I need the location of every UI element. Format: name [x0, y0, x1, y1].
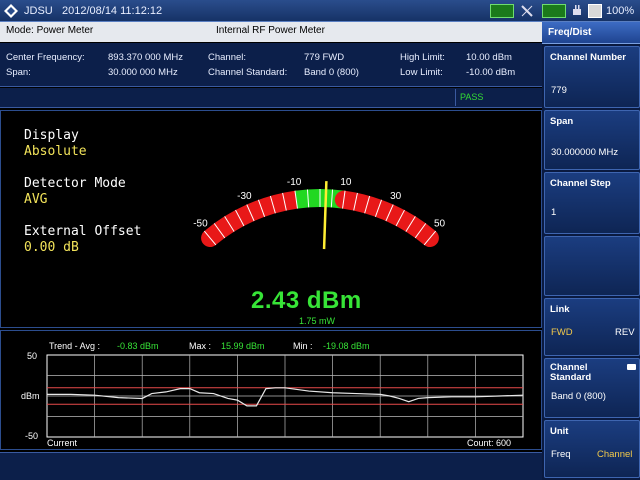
network-icon — [542, 4, 566, 18]
pass-fail-bar: PASS — [0, 88, 542, 108]
gauge-scale-label: -10 — [287, 177, 302, 188]
channel-step-key[interactable]: Channel Step 1 — [544, 172, 640, 234]
gauge-scale-label: -30 — [237, 191, 252, 202]
center-frequency-value: 893.370 000 MHz — [108, 52, 183, 63]
channel-standard-label: Channel Standard: — [208, 67, 288, 78]
trend-chart — [46, 354, 524, 438]
channel-value: 779 FWD — [304, 52, 345, 63]
channel-step-value: 1 — [551, 207, 557, 218]
antenna-off-icon — [521, 5, 533, 17]
low-limit-value: -10.00 dBm — [466, 67, 516, 78]
measurement-info-panel: Center Frequency: 893.370 000 MHz Span: … — [0, 43, 542, 87]
channel-number-value: 779 — [551, 85, 567, 96]
empty-key[interactable] — [544, 236, 640, 296]
center-frequency-label: Center Frequency: — [6, 52, 85, 63]
span-key-title: Span — [550, 116, 574, 127]
channel-number-key[interactable]: Channel Number 779 — [544, 46, 640, 108]
screen-title: Internal RF Power Meter — [216, 25, 325, 36]
gauge-scale-label: 10 — [340, 177, 352, 188]
power-reading: 2.43 dBm — [251, 287, 362, 314]
gauge-scale-label: 50 — [434, 219, 446, 230]
power-reading-mw: 1.75 mW — [299, 316, 336, 326]
span-label: Span: — [6, 67, 31, 78]
link-rev-option[interactable]: REV — [615, 327, 635, 338]
channel-standard-value: Band 0 (800) — [304, 67, 359, 78]
power-plug-icon — [573, 5, 581, 15]
keyboard-small-icon — [627, 364, 636, 370]
channel-label: Channel: — [208, 52, 247, 63]
trend-chart-panel: Trend - Avg : -0.83 dBm Max : 15.99 dBm … — [0, 330, 542, 450]
softkey-panel: Freq/Dist Channel Number 779 Span 30.000… — [542, 22, 640, 480]
keyboard-icon — [490, 4, 514, 18]
link-fwd-option[interactable]: FWD — [551, 327, 573, 338]
pass-status: PASS — [460, 92, 484, 102]
span-value: 30.000 000 MHz — [108, 67, 178, 78]
span-key[interactable]: Span 30.000000 MHz — [544, 110, 640, 170]
channel-standard-key[interactable]: Channel Standard Band 0 (800) — [544, 358, 640, 418]
high-limit-label: High Limit: — [400, 52, 445, 63]
datetime-label: 2012/08/14 11:12:12 — [62, 5, 163, 17]
bottom-bar — [0, 452, 542, 480]
status-bar: JDSU 2012/08/14 11:12:12 100% — [0, 0, 640, 22]
channel-standard-value: Band 0 (800) — [551, 391, 606, 402]
battery-percent: 100% — [606, 5, 635, 17]
channel-number-title: Channel Number — [550, 52, 627, 63]
unit-channel-option[interactable]: Channel — [597, 449, 632, 460]
unit-freq-option[interactable]: Freq — [551, 449, 571, 460]
gauge-scale-label: -50 — [193, 219, 208, 230]
low-limit-label: Low Limit: — [400, 67, 443, 78]
link-title: Link — [550, 304, 570, 315]
jdsu-logo-icon — [4, 4, 18, 18]
power-meter-display: Display Absolute Detector Mode AVG Exter… — [0, 110, 542, 328]
channel-standard-title-2: Standard — [550, 372, 592, 383]
link-key[interactable]: Link FWD REV — [544, 298, 640, 356]
channel-step-title: Channel Step — [550, 178, 611, 189]
freq-dist-title-label: Freq/Dist — [548, 27, 592, 38]
battery-icon — [588, 4, 602, 18]
unit-key[interactable]: Unit Freq Channel — [544, 420, 640, 478]
span-key-value: 30.000000 MHz — [551, 147, 619, 158]
mode-header: Mode: Power Meter Internal RF Power Mete… — [0, 22, 542, 42]
high-limit-value: 10.00 dBm — [466, 52, 512, 63]
gauge-scale-label: 30 — [390, 191, 402, 202]
unit-title: Unit — [550, 426, 569, 437]
mode-label: Mode: Power Meter — [6, 25, 94, 36]
freq-dist-menu-title[interactable]: Freq/Dist — [542, 22, 640, 44]
brand-label: JDSU — [24, 5, 53, 17]
